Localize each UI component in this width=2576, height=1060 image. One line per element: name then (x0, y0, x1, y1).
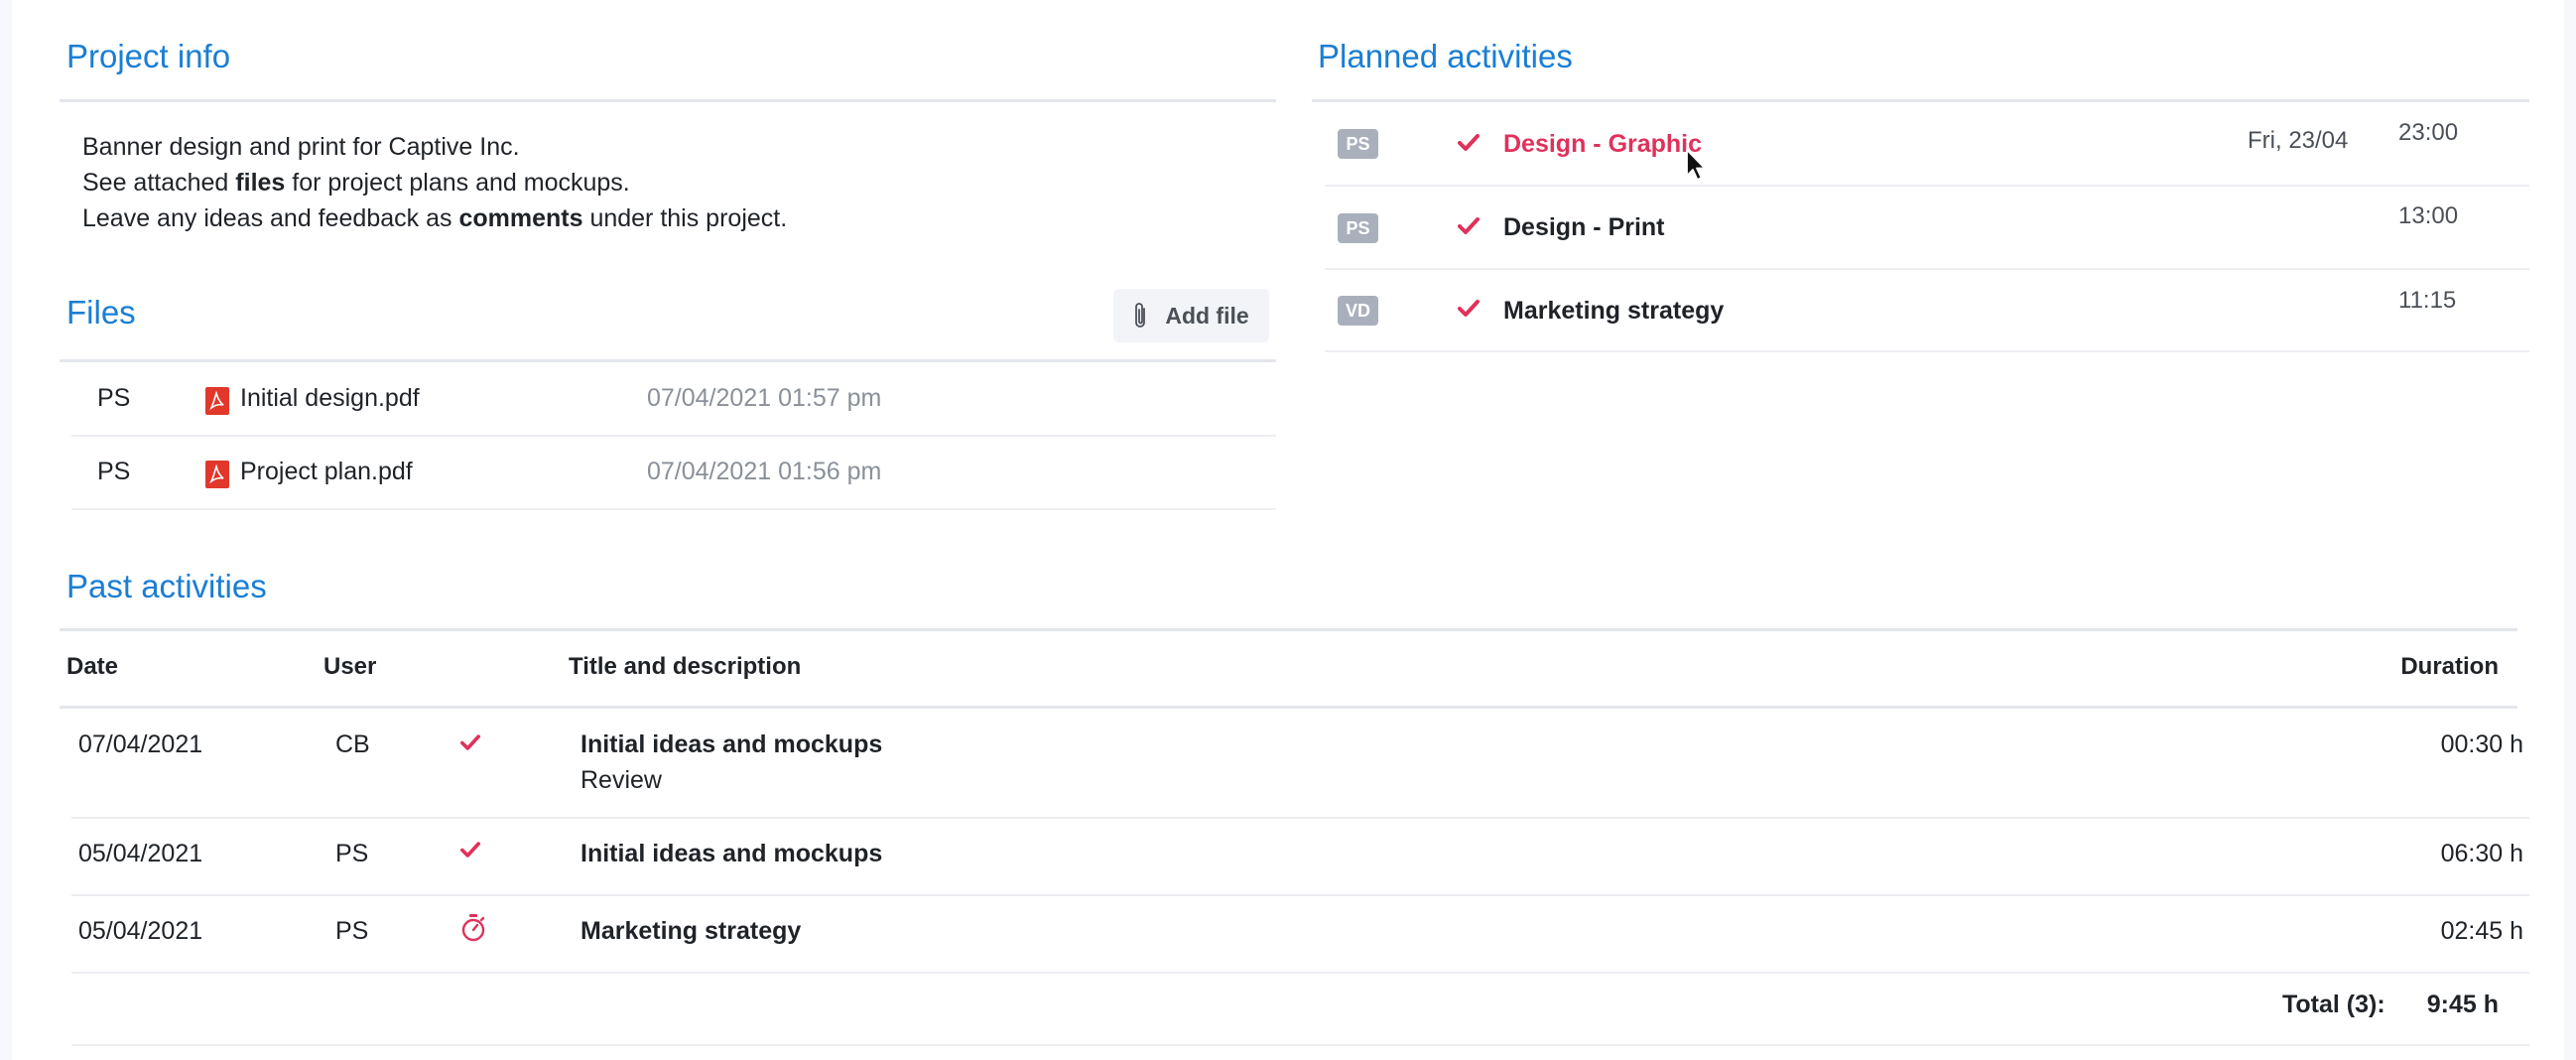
past-activities-title: Past activities (66, 568, 267, 604)
user-badge: VD (1338, 296, 1378, 326)
past-activity-row[interactable]: 07/04/2021 CB Initial ideas and mockups … (71, 709, 2529, 817)
file-date: 07/04/2021 01:56 pm (647, 458, 882, 485)
file-user: PS (97, 384, 131, 412)
column-header-title[interactable]: Title and description (569, 653, 801, 681)
file-row[interactable]: PS Initial design.pdf 07/04/2021 01:57 p… (71, 361, 1276, 435)
activity-duration: 02:45 h (2440, 917, 2523, 945)
divider (60, 99, 1276, 102)
row-divider (1325, 350, 2529, 352)
planned-activity-row[interactable]: VD Marketing strategy 11:15 (1325, 268, 2529, 351)
activity-user: PS (335, 840, 369, 867)
activity-duration: 00:30 h (2440, 730, 2523, 758)
past-activity-row[interactable]: 05/04/2021 PS Initial ideas and mockups … (71, 819, 2529, 894)
user-badge: PS (1338, 213, 1378, 243)
activity-date: 05/04/2021 (78, 917, 203, 945)
planned-activity-time: 13:00 (2398, 202, 2459, 229)
planned-activity-time: 11:15 (2398, 287, 2457, 314)
file-row[interactable]: PS Project plan.pdf 07/04/2021 01:56 pm (71, 435, 1276, 508)
check-icon (460, 734, 480, 750)
divider (60, 628, 2517, 631)
project-card: Project info Banner design and print for… (12, 0, 2564, 1060)
project-description: Banner design and print for Captive Inc.… (82, 129, 787, 236)
add-file-button[interactable]: Add file (1113, 289, 1269, 342)
activity-description: Review (580, 766, 662, 794)
add-file-label: Add file (1165, 302, 1249, 329)
file-name-link[interactable]: Initial design.pdf (240, 361, 420, 435)
pdf-file-icon (205, 387, 229, 415)
planned-activity-time: 23:00 (2398, 119, 2459, 146)
planned-activity-date: Fri, 23/04 (2248, 127, 2349, 154)
column-header-date[interactable]: Date (66, 653, 118, 681)
planned-activity-title[interactable]: Design - Graphic (1503, 130, 1702, 159)
stopwatch-icon (461, 914, 485, 942)
activity-user: PS (335, 917, 369, 945)
file-user: PS (97, 458, 131, 485)
column-header-user[interactable]: User (323, 653, 376, 681)
planned-activities-title: Planned activities (1318, 38, 1573, 74)
pdf-file-icon (205, 461, 229, 488)
project-info-title: Project info (66, 38, 231, 74)
activity-duration: 06:30 h (2440, 840, 2523, 867)
paperclip-icon (1135, 303, 1146, 328)
files-emphasis: files (235, 169, 286, 197)
activity-title[interactable]: Initial ideas and mockups (580, 730, 882, 759)
column-header-duration[interactable]: Duration (2400, 653, 2499, 681)
row-divider (71, 972, 2529, 974)
activity-title[interactable]: Marketing strategy (580, 917, 801, 946)
total-duration: 9:45 h (2426, 991, 2499, 1018)
planned-activity-title[interactable]: Marketing strategy (1503, 297, 1724, 326)
description-line: See attached files for project plans and… (82, 169, 630, 197)
check-icon (460, 842, 480, 858)
mouse-cursor-icon (1686, 149, 1706, 181)
check-icon (1458, 300, 1480, 317)
planned-activity-row[interactable]: PS Design - Graphic Fri, 23/04 23:00 (1325, 101, 2529, 185)
row-divider (71, 508, 1276, 510)
past-activity-row[interactable]: 05/04/2021 PS Marketing strategy 02:45 h (71, 896, 2529, 972)
description-line: Banner design and print for Captive Inc. (82, 133, 520, 161)
file-name-link[interactable]: Project plan.pdf (240, 435, 413, 508)
row-divider (71, 1044, 2529, 1046)
activity-date: 05/04/2021 (78, 840, 203, 867)
activity-user: CB (335, 730, 370, 758)
activity-date: 07/04/2021 (78, 730, 203, 758)
file-date: 07/04/2021 01:57 pm (647, 384, 882, 412)
planned-activity-row[interactable]: PS Design - Print 13:00 (1325, 185, 2529, 268)
check-icon (1458, 134, 1480, 151)
user-badge: PS (1338, 129, 1378, 159)
total-label: Total (3): (2282, 991, 2385, 1018)
activity-title[interactable]: Initial ideas and mockups (580, 840, 882, 868)
planned-activity-title[interactable]: Design - Print (1503, 213, 1665, 242)
comments-emphasis: comments (458, 204, 583, 232)
files-title: Files (66, 294, 136, 331)
description-line: Leave any ideas and feedback as comments… (82, 204, 788, 232)
check-icon (1458, 217, 1480, 234)
